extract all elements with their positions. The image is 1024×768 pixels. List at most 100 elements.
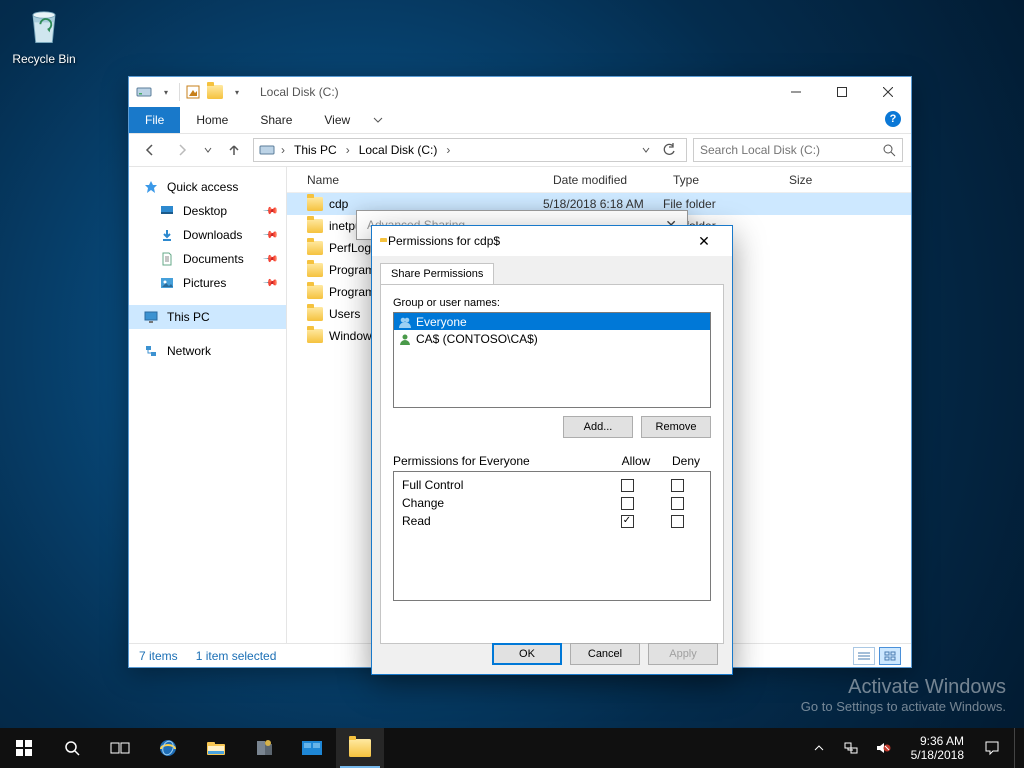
volume-tray-icon[interactable] xyxy=(873,728,893,768)
help-button[interactable]: ? xyxy=(881,107,905,131)
remove-button[interactable]: Remove xyxy=(641,416,711,438)
permissions-title: Permissions for cdp$ xyxy=(388,234,500,248)
group-icon xyxy=(398,315,412,329)
drive-icon xyxy=(258,141,276,159)
status-count: 7 items xyxy=(139,649,178,663)
ok-button[interactable]: OK xyxy=(492,643,562,665)
permissions-pane: Group or user names: EveryoneCA$ (CONTOS… xyxy=(380,284,724,644)
sidebar-item-pictures[interactable]: Pictures📌 xyxy=(129,271,286,295)
crumb-current[interactable]: Local Disk (C:) xyxy=(355,143,442,157)
tab-share[interactable]: Share xyxy=(244,107,308,133)
qat-more-icon[interactable]: ▾ xyxy=(228,83,246,101)
col-size[interactable]: Size xyxy=(779,173,911,187)
tab-share-permissions[interactable]: Share Permissions xyxy=(380,263,494,285)
allow-header: Allow xyxy=(611,454,661,468)
permission-label: Read xyxy=(402,514,602,528)
watermark-title: Activate Windows xyxy=(801,676,1006,699)
properties-icon[interactable] xyxy=(184,83,202,101)
close-button[interactable] xyxy=(865,77,911,107)
window-title: Local Disk (C:) xyxy=(260,85,339,99)
user-row[interactable]: Everyone xyxy=(394,313,710,330)
show-desktop-button[interactable] xyxy=(1014,728,1020,768)
folder-icon xyxy=(307,307,323,321)
deny-checkbox[interactable] xyxy=(671,479,684,492)
allow-checkbox[interactable]: ✓ xyxy=(621,515,634,528)
close-button[interactable]: ✕ xyxy=(684,227,724,255)
maximize-button[interactable] xyxy=(819,77,865,107)
minimize-button[interactable] xyxy=(773,77,819,107)
column-headers[interactable]: Name Date modified Type Size xyxy=(287,167,911,193)
cancel-button[interactable]: Cancel xyxy=(570,643,640,665)
sidebar-item-documents[interactable]: Documents📌 xyxy=(129,247,286,271)
chevron-right-icon[interactable]: › xyxy=(345,143,351,157)
ribbon-expand-icon[interactable] xyxy=(366,107,390,133)
breadcrumb[interactable]: › This PC › Local Disk (C:) › xyxy=(253,138,687,162)
folder-icon xyxy=(307,219,323,233)
search-icon[interactable] xyxy=(882,143,896,157)
network-tray-icon[interactable] xyxy=(841,728,861,768)
sidebar-label: Pictures xyxy=(183,276,226,290)
permissions-dialog: Permissions for cdp$ ✕ Share Permissions… xyxy=(371,225,733,675)
qat-dropdown-icon[interactable]: ▾ xyxy=(157,83,175,101)
sidebar-quick-access[interactable]: Quick access xyxy=(129,175,286,199)
nav-forward[interactable] xyxy=(169,137,195,163)
search-input[interactable] xyxy=(700,143,870,157)
tray-up-icon[interactable] xyxy=(809,728,829,768)
chevron-right-icon[interactable]: › xyxy=(445,143,451,157)
group-label: Group or user names: xyxy=(393,297,711,309)
col-name[interactable]: Name xyxy=(287,173,543,187)
tab-file[interactable]: File xyxy=(129,107,180,133)
task-view-button[interactable] xyxy=(96,728,144,768)
address-dropdown-icon[interactable] xyxy=(638,146,654,154)
crumb-thispc[interactable]: This PC xyxy=(290,143,341,157)
deny-checkbox[interactable] xyxy=(671,497,684,510)
allow-checkbox[interactable] xyxy=(621,497,634,510)
folder-icon xyxy=(307,241,323,255)
nav-up[interactable] xyxy=(221,137,247,163)
sidebar-item-desktop[interactable]: Desktop📌 xyxy=(129,199,286,223)
permissions-titlebar[interactable]: Permissions for cdp$ ✕ xyxy=(372,226,732,256)
start-button[interactable] xyxy=(0,728,48,768)
apply-button[interactable]: Apply xyxy=(648,643,718,665)
user-list[interactable]: EveryoneCA$ (CONTOSO\CA$) xyxy=(393,312,711,408)
sidebar-item-network[interactable]: Network xyxy=(129,339,286,363)
ribbon: File Home Share View ? xyxy=(129,107,911,133)
col-type[interactable]: Type xyxy=(663,173,779,187)
explorer-titlebar[interactable]: ▾ ▾ Local Disk (C:) xyxy=(129,77,911,107)
sidebar-item-thispc[interactable]: This PC xyxy=(129,305,286,329)
view-details-button[interactable] xyxy=(853,647,875,665)
pictures-icon xyxy=(159,275,175,291)
nav-back[interactable] xyxy=(137,137,163,163)
nav-recent[interactable] xyxy=(201,137,215,163)
taskbar-app[interactable] xyxy=(288,728,336,768)
view-icons-button[interactable] xyxy=(879,647,901,665)
chevron-right-icon[interactable]: › xyxy=(280,143,286,157)
file-name: cdp xyxy=(329,197,348,211)
recycle-bin[interactable]: Recycle Bin xyxy=(6,4,82,66)
user-row[interactable]: CA$ (CONTOSO\CA$) xyxy=(394,330,710,347)
taskbar-explorer[interactable] xyxy=(192,728,240,768)
taskbar: 9:36 AM 5/18/2018 xyxy=(0,728,1024,768)
search-box[interactable] xyxy=(693,138,903,162)
add-button[interactable]: Add... xyxy=(563,416,633,438)
refresh-icon[interactable] xyxy=(656,143,682,157)
tab-view[interactable]: View xyxy=(308,107,366,133)
folder-icon xyxy=(307,197,323,211)
pin-icon: 📌 xyxy=(261,203,278,220)
file-name: PerfLogs xyxy=(329,241,377,255)
clock[interactable]: 9:36 AM 5/18/2018 xyxy=(905,734,970,763)
search-button[interactable] xyxy=(48,728,96,768)
taskbar-server-manager[interactable] xyxy=(240,728,288,768)
action-center-icon[interactable] xyxy=(982,728,1002,768)
tab-home[interactable]: Home xyxy=(180,107,244,133)
new-folder-icon[interactable] xyxy=(206,83,224,101)
download-icon xyxy=(159,227,175,243)
perm-for-label: Permissions for Everyone xyxy=(393,454,611,468)
taskbar-folder-active[interactable] xyxy=(336,728,384,768)
sidebar-item-downloads[interactable]: Downloads📌 xyxy=(129,223,286,247)
col-date[interactable]: Date modified xyxy=(543,173,663,187)
deny-checkbox[interactable] xyxy=(671,515,684,528)
allow-checkbox[interactable] xyxy=(621,479,634,492)
taskbar-ie[interactable] xyxy=(144,728,192,768)
sidebar-label: Downloads xyxy=(183,228,242,242)
